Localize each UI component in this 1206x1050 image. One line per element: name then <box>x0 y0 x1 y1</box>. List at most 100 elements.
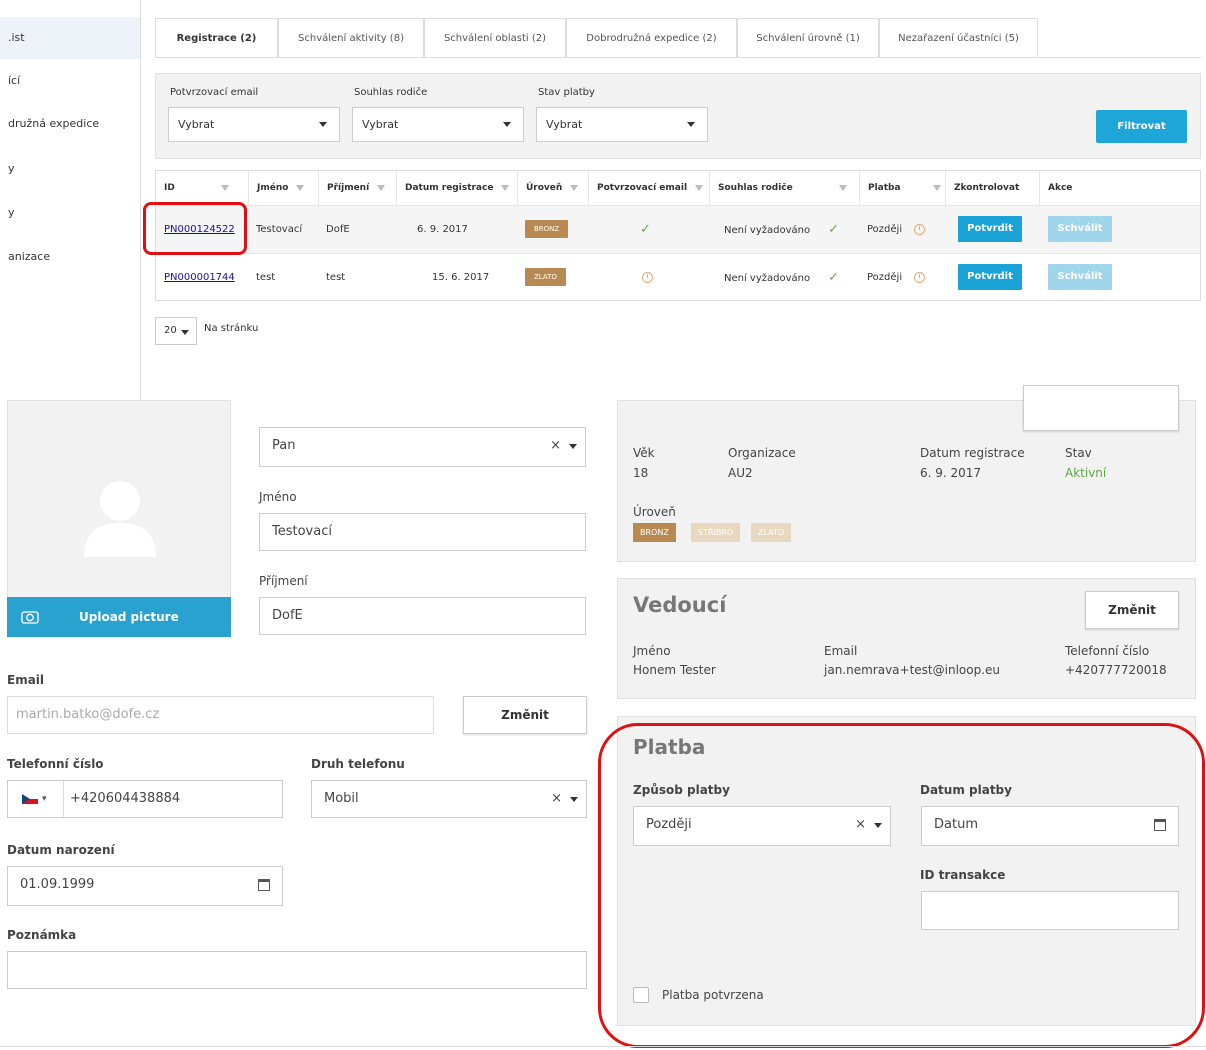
filter-payment-value: Vybrat <box>546 118 583 131</box>
chevron-down-icon <box>319 122 327 127</box>
level-badge: ZLATO <box>525 268 566 286</box>
filter-email-value: Vybrat <box>178 118 215 131</box>
phone-label: Telefonní číslo <box>7 757 104 771</box>
phone-type-select[interactable]: Mobil × <box>311 780 587 818</box>
salutation-value: Pan <box>272 438 296 453</box>
age-value: 18 <box>633 466 649 480</box>
filter-button[interactable]: Filtrovat <box>1096 110 1187 143</box>
leader-phone-value: +420777720018 <box>1065 663 1167 677</box>
tab-activity-approval[interactable]: Schválení aktivity (8) <box>278 18 424 58</box>
column-header-check: Zkontrolovat <box>945 171 1039 205</box>
clear-icon[interactable]: × <box>551 781 562 817</box>
tab-registrations[interactable]: Registrace (2) <box>155 18 278 58</box>
table-row: PN000001744 test test 15. 6. 2017 ZLATO … <box>156 253 1200 301</box>
filter-consent-label: Souhlas rodiče <box>354 87 428 98</box>
filter-email-select[interactable]: Vybrat <box>168 107 340 142</box>
column-header-level[interactable]: Úroveň <box>517 171 588 205</box>
column-header-reg-date[interactable]: Datum registrace <box>396 171 517 205</box>
participant-id-link[interactable]: PN000001744 <box>164 272 235 283</box>
status-value: Aktivní <box>1065 466 1107 480</box>
sidebar: .ist ící družná expedice y y anizace <box>0 0 141 400</box>
change-email-button[interactable]: Změnit <box>463 696 587 734</box>
country-select[interactable]: ▾ <box>16 781 64 817</box>
first-name-label: Jméno <box>259 490 297 504</box>
sort-icon[interactable] <box>570 184 579 191</box>
dob-field[interactable]: 01.09.1999 <box>7 866 283 906</box>
level-label: Úroveň <box>633 505 676 519</box>
check-icon: ✓ <box>828 270 840 285</box>
cell-first-name: test <box>256 272 276 283</box>
level-silver-badge: STŘÍBRO <box>691 523 741 542</box>
dob-label: Datum narození <box>7 843 115 857</box>
calendar-icon[interactable] <box>258 879 270 891</box>
column-header-id[interactable]: ID <box>156 171 248 205</box>
change-leader-button[interactable]: Změnit <box>1085 591 1179 629</box>
cell-id[interactable]: PN000001744 <box>156 254 235 302</box>
clock-icon <box>914 223 926 235</box>
phone-type-label: Druh telefonu <box>311 757 405 771</box>
tab-unassigned[interactable]: Nezařazení účastníci (5) <box>879 18 1038 58</box>
chevron-down-icon <box>570 797 578 802</box>
approve-button[interactable]: Schválit <box>1048 216 1112 242</box>
column-header-consent[interactable]: Souhlas rodiče <box>709 171 859 205</box>
clock-icon <box>914 271 926 283</box>
cell-reg-date: 6. 9. 2017 <box>417 224 468 235</box>
card-action-button[interactable] <box>1023 385 1179 431</box>
filter-consent-value: Vybrat <box>362 118 399 131</box>
payment-highlight-annotation <box>598 723 1205 1048</box>
filter-consent-select[interactable]: Vybrat <box>352 107 524 142</box>
tab-expedition[interactable]: Dobrodružná expedice (2) <box>566 18 737 58</box>
leader-title: Vedoucí <box>633 593 727 617</box>
leader-email-value: jan.nemrava+test@inloop.eu <box>824 663 1001 677</box>
last-name-field[interactable]: DofE <box>259 597 586 635</box>
clear-icon[interactable]: × <box>550 428 561 464</box>
chevron-down-icon <box>569 444 577 449</box>
phone-field[interactable]: ▾ +420604438884 <box>7 780 283 818</box>
filter-payment-select[interactable]: Vybrat <box>536 107 708 142</box>
sidebar-item-4[interactable]: y <box>0 148 140 190</box>
tab-level-approval[interactable]: Schválení úrovně (1) <box>737 18 879 58</box>
sort-icon[interactable] <box>932 184 941 191</box>
org-label: Organizace <box>728 446 796 460</box>
leader-name-value: Honem Tester <box>633 663 716 677</box>
sort-icon[interactable] <box>220 184 229 191</box>
cell-first-name: Testovací <box>256 224 303 235</box>
email-field[interactable]: martin.batko@dofe.cz <box>7 696 434 734</box>
column-header-payment[interactable]: Platba <box>859 171 945 205</box>
upload-picture-button[interactable]: Upload picture <box>7 597 231 637</box>
id-highlight-annotation <box>143 202 247 255</box>
last-name-label: Příjmení <box>259 574 308 588</box>
leader-phone-label: Telefonní číslo <box>1065 644 1150 658</box>
salutation-select[interactable]: Pan × <box>259 427 586 467</box>
dob-value: 01.09.1999 <box>20 877 95 892</box>
sidebar-item-5[interactable]: y <box>0 192 140 234</box>
confirm-button[interactable]: Potvrdit <box>958 264 1022 290</box>
participant-detail: Upload picture Pan × Jméno Testovací Pří… <box>0 385 1206 1050</box>
note-field[interactable] <box>7 951 587 989</box>
sort-icon[interactable] <box>501 184 510 191</box>
sort-icon[interactable] <box>296 184 305 191</box>
column-header-first-name[interactable]: Jméno <box>248 171 318 205</box>
column-header-actions: Akce <box>1039 171 1200 205</box>
sidebar-item-participants[interactable]: ící <box>0 60 140 102</box>
approve-button[interactable]: Schválit <box>1048 264 1112 290</box>
sidebar-item-expedition[interactable]: družná expedice <box>0 103 140 145</box>
phone-value: +420604438884 <box>70 791 181 806</box>
confirm-button[interactable]: Potvrdit <box>958 216 1022 242</box>
column-header-email[interactable]: Potvrzovací email <box>588 171 709 205</box>
note-label: Poznámka <box>7 928 77 942</box>
sidebar-item-organization[interactable]: anizace <box>0 236 140 278</box>
cell-payment: Později <box>867 272 903 283</box>
sidebar-item-list[interactable]: .ist <box>0 17 140 59</box>
tab-area-approval[interactable]: Schválení oblasti (2) <box>424 18 566 58</box>
filter-email-label: Potvrzovací email <box>170 87 259 98</box>
level-gold-badge: ZLATO <box>751 523 792 542</box>
first-name-field[interactable]: Testovací <box>259 513 586 551</box>
divider <box>0 1046 1206 1047</box>
cell-consent: Není vyžadováno <box>724 225 811 236</box>
page-size-select[interactable]: 20 <box>155 317 197 345</box>
sort-icon[interactable] <box>838 184 847 191</box>
sort-icon[interactable] <box>377 184 386 191</box>
sort-icon[interactable] <box>695 184 704 191</box>
column-header-last-name[interactable]: Příjmení <box>318 171 396 205</box>
